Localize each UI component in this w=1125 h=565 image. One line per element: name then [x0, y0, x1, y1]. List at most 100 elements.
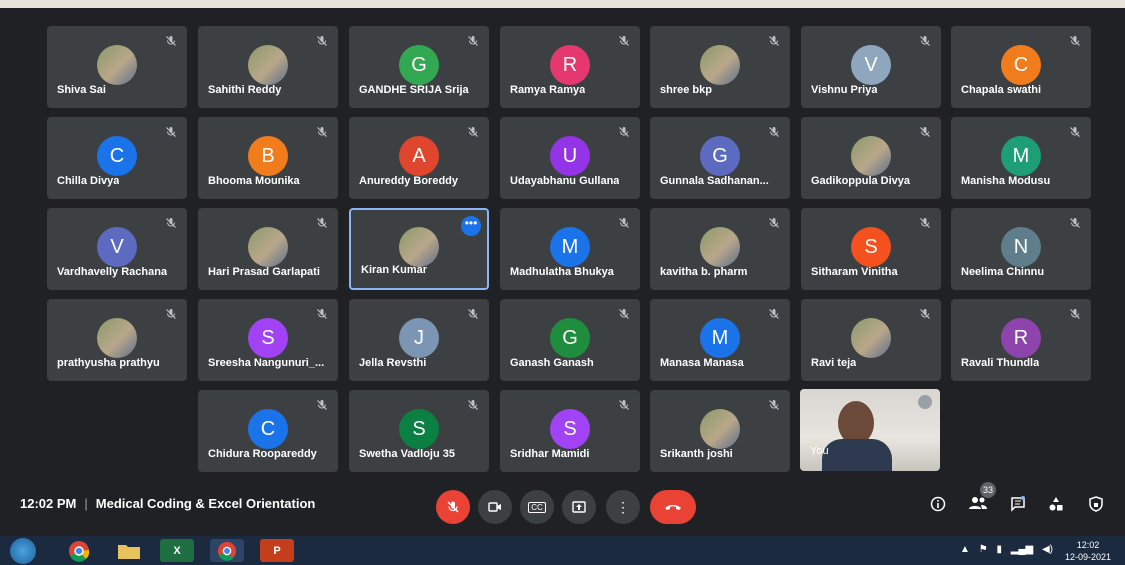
- participant-tile[interactable]: S Swetha Vadloju 35: [349, 390, 489, 472]
- participant-photo: [248, 227, 288, 267]
- present-icon: [572, 501, 586, 513]
- participant-grid: Shiva Sai Sahithi Reddy G GANDHE SRIJA Srij…: [0, 8, 1125, 478]
- participant-name: Swetha Vadloju 35: [359, 448, 455, 460]
- participant-name: Neelima Chinnu: [961, 266, 1045, 278]
- participant-tile[interactable]: S Sridhar Mamidi: [500, 390, 640, 472]
- powerpoint-taskbar-button[interactable]: P: [260, 539, 294, 562]
- mic-off-icon: [467, 398, 479, 410]
- participant-name: prathyusha prathyu: [57, 357, 160, 369]
- activities-button[interactable]: [1046, 496, 1066, 516]
- participant-tile[interactable]: J Jella Revsthi: [349, 299, 489, 381]
- participant-tile[interactable]: A Anureddy Boreddy: [349, 117, 489, 199]
- camera-toggle-button[interactable]: [478, 490, 512, 524]
- participant-tile[interactable]: V Vishnu Priya: [801, 26, 941, 108]
- participant-name: Ramya Ramya: [510, 84, 586, 96]
- participant-avatar: A: [399, 136, 439, 176]
- meeting-details-button[interactable]: [928, 496, 948, 516]
- mic-off-icon: [618, 125, 630, 137]
- activities-icon: [1049, 497, 1063, 511]
- participant-tile[interactable]: Gadikoppula Divya: [801, 117, 941, 199]
- participant-tile[interactable]: shree bkp: [650, 26, 790, 108]
- signal-icon[interactable]: ▂▄▆: [1011, 544, 1033, 555]
- tile-more-options-button[interactable]: •••: [461, 216, 481, 236]
- volume-icon[interactable]: ◀): [1042, 544, 1053, 555]
- mic-off-icon: [919, 34, 931, 46]
- powerpoint-icon: P: [273, 544, 281, 557]
- self-video-tile[interactable]: You: [800, 389, 940, 471]
- chat-icon: [1011, 496, 1025, 512]
- system-tray: ▲ ⚑ ▮ ▂▄▆ ◀): [960, 544, 1053, 555]
- participant-tile[interactable]: S Sreesha Nangunuri_...: [198, 299, 338, 381]
- participant-avatar: M: [550, 227, 590, 267]
- more-options-button[interactable]: ⋮: [606, 490, 640, 524]
- participant-tile[interactable]: Sahithi Reddy: [198, 26, 338, 108]
- leave-call-button[interactable]: [650, 490, 696, 524]
- clock-date: 12-09-2021: [1064, 552, 1111, 562]
- participant-tile[interactable]: B Bhooma Mounika: [198, 117, 338, 199]
- participant-tile[interactable]: C Chidura Roopareddy: [198, 390, 338, 472]
- mic-off-icon: [316, 125, 328, 137]
- participant-tile[interactable]: R Ramya Ramya: [500, 26, 640, 108]
- windows-start-button[interactable]: [10, 538, 36, 564]
- chrome-taskbar-button[interactable]: [62, 539, 96, 562]
- mic-off-icon: [165, 216, 177, 228]
- participant-tile[interactable]: G Gunnala Sadhanan...: [650, 117, 790, 199]
- mic-off-icon: [768, 125, 780, 137]
- participant-photo: [700, 227, 740, 267]
- participant-tile[interactable]: S Sitharam Vinitha: [801, 208, 941, 290]
- participant-tile[interactable]: G Ganash Ganash: [500, 299, 640, 381]
- participant-avatar: B: [248, 136, 288, 176]
- mic-off-icon: [768, 216, 780, 228]
- participant-photo: [97, 45, 137, 85]
- microphone-toggle-button[interactable]: [436, 490, 470, 524]
- shield-lock-icon: [1089, 496, 1103, 512]
- participant-tile[interactable]: M Madhulatha Bhukya: [500, 208, 640, 290]
- participant-tile[interactable]: M Manasa Manasa: [650, 299, 790, 381]
- participant-tile[interactable]: C Chilla Divya: [47, 117, 187, 199]
- participant-tile[interactable]: Shiva Sai: [47, 26, 187, 108]
- file-explorer-taskbar-button[interactable]: [112, 539, 146, 562]
- participant-avatar: S: [550, 409, 590, 449]
- participant-avatar: V: [97, 227, 137, 267]
- chrome-active-taskbar-button[interactable]: [210, 539, 244, 562]
- participant-name: Gadikoppula Divya: [811, 175, 911, 187]
- participant-tile[interactable]: V Vardhavelly Rachana: [47, 208, 187, 290]
- participant-photo: [851, 136, 891, 176]
- chrome-icon: [217, 541, 237, 561]
- mic-off-icon: [768, 34, 780, 46]
- present-screen-button[interactable]: [562, 490, 596, 524]
- participant-tile[interactable]: R Ravali Thundla: [951, 299, 1091, 381]
- excel-taskbar-button[interactable]: X: [160, 539, 194, 562]
- captions-button[interactable]: CC: [520, 490, 554, 524]
- tray-arrow-icon[interactable]: ▲: [960, 544, 970, 555]
- participant-name: Sreesha Nangunuri_...: [208, 357, 325, 369]
- more-vert-icon: ⋮: [616, 499, 630, 515]
- participant-tile[interactable]: G GANDHE SRIJA Srija: [349, 26, 489, 108]
- participant-tile[interactable]: U Udayabhanu Gullana: [500, 117, 640, 199]
- meeting-info-separator: |: [84, 496, 88, 511]
- participant-tile[interactable]: prathyusha prathyu: [47, 299, 187, 381]
- participant-tile[interactable]: N Neelima Chinnu: [951, 208, 1091, 290]
- participant-photo: [700, 409, 740, 449]
- participant-name: Chapala swathi: [961, 84, 1042, 96]
- participant-tile[interactable]: kavitha b. pharm: [650, 208, 790, 290]
- participant-name: shree bkp: [660, 84, 712, 96]
- participant-name: kavitha b. pharm: [660, 266, 748, 278]
- mic-off-icon: [1069, 125, 1081, 137]
- flag-icon[interactable]: ⚑: [979, 544, 988, 555]
- participant-tile[interactable]: Srikanth joshi: [650, 390, 790, 472]
- participant-name: Bhooma Mounika: [208, 175, 300, 187]
- participant-name: Sitharam Vinitha: [811, 266, 898, 278]
- participant-tile[interactable]: ••• Kiran Kumar: [349, 208, 489, 290]
- taskbar-clock[interactable]: 12:02 12-09-2021: [1065, 539, 1111, 563]
- chat-button[interactable]: [1008, 496, 1028, 516]
- participant-tile[interactable]: Hari Prasad Garlapati: [198, 208, 338, 290]
- host-controls-button[interactable]: [1086, 496, 1106, 516]
- participant-tile[interactable]: M Manisha Modusu: [951, 117, 1091, 199]
- people-button[interactable]: [968, 496, 988, 516]
- people-icon: [969, 497, 987, 509]
- participant-avatar: S: [248, 318, 288, 358]
- participant-tile[interactable]: Ravi teja: [801, 299, 941, 381]
- network-icon[interactable]: ▮: [996, 544, 1002, 555]
- participant-tile[interactable]: C Chapala swathi: [951, 26, 1091, 108]
